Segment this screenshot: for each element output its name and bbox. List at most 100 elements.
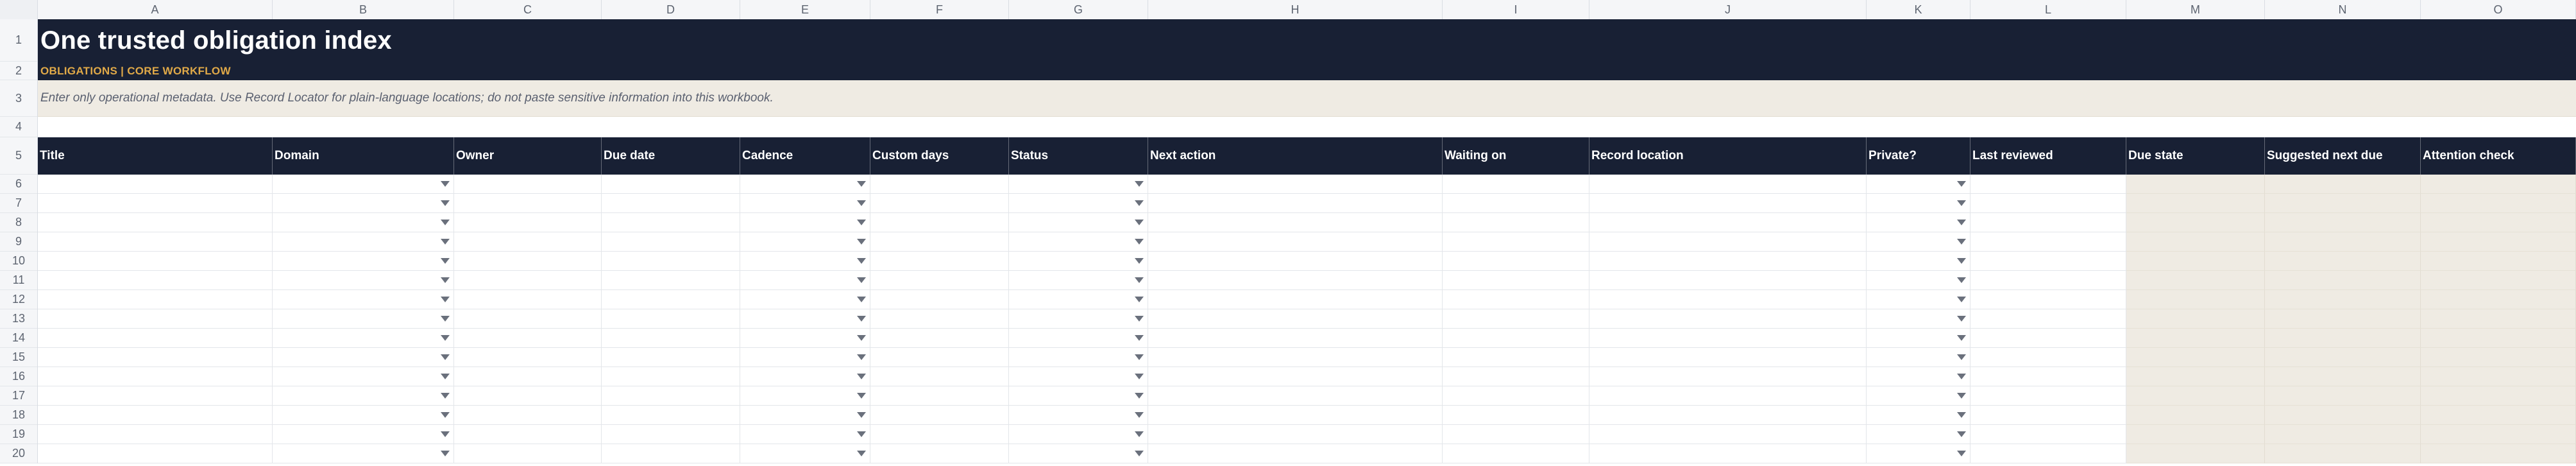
row-number[interactable]: 16: [0, 367, 37, 386]
chevron-down-icon[interactable]: [441, 335, 450, 341]
header-last-reviewed[interactable]: Last reviewed: [1970, 137, 2126, 175]
chevron-down-icon[interactable]: [857, 181, 866, 187]
row-number[interactable]: 12: [0, 290, 37, 309]
cell[interactable]: [2265, 232, 2421, 252]
cell[interactable]: [454, 406, 602, 425]
header-waiting-on[interactable]: Waiting on: [1443, 137, 1589, 175]
cell[interactable]: [1148, 425, 1443, 444]
column-header-o[interactable]: O: [2421, 0, 2576, 19]
row-number[interactable]: 8: [0, 213, 37, 232]
cell[interactable]: [1867, 367, 1970, 386]
cell[interactable]: [602, 386, 740, 406]
cell[interactable]: [602, 175, 740, 194]
cell[interactable]: [740, 290, 870, 309]
column-header-i[interactable]: I: [1443, 0, 1589, 19]
cell[interactable]: [870, 213, 1009, 232]
chevron-down-icon[interactable]: [857, 239, 866, 245]
chevron-down-icon[interactable]: [857, 335, 866, 341]
cell[interactable]: [2126, 329, 2265, 348]
cell[interactable]: [1009, 406, 1148, 425]
cell[interactable]: [2126, 232, 2265, 252]
cell[interactable]: [2126, 252, 2265, 271]
chevron-down-icon[interactable]: [1135, 412, 1144, 418]
cell[interactable]: [454, 367, 602, 386]
row-number[interactable]: 11: [0, 271, 37, 290]
cell[interactable]: [1867, 406, 1970, 425]
cell[interactable]: [2265, 367, 2421, 386]
row-number[interactable]: 6: [0, 175, 37, 194]
cell[interactable]: [2126, 386, 2265, 406]
cell[interactable]: [740, 271, 870, 290]
cell[interactable]: [2421, 213, 2576, 232]
chevron-down-icon[interactable]: [1135, 239, 1144, 245]
cell[interactable]: [1148, 444, 1443, 463]
cell[interactable]: [1148, 175, 1443, 194]
cell[interactable]: [38, 213, 273, 232]
cell[interactable]: [2265, 175, 2421, 194]
chevron-down-icon[interactable]: [1957, 297, 1966, 302]
cell[interactable]: [1867, 386, 1970, 406]
cell[interactable]: [1148, 406, 1443, 425]
cell[interactable]: [1009, 271, 1148, 290]
cell[interactable]: [870, 406, 1009, 425]
cell[interactable]: [273, 406, 454, 425]
cell[interactable]: [740, 406, 870, 425]
chevron-down-icon[interactable]: [1135, 220, 1144, 225]
cell[interactable]: [602, 290, 740, 309]
cell[interactable]: [454, 329, 602, 348]
chevron-down-icon[interactable]: [857, 297, 866, 302]
chevron-down-icon[interactable]: [1135, 200, 1144, 206]
cell[interactable]: [1443, 213, 1589, 232]
chevron-down-icon[interactable]: [1957, 277, 1966, 283]
section-subtitle[interactable]: OBLIGATIONS | CORE WORKFLOW: [40, 65, 231, 78]
header-next-action[interactable]: Next action: [1148, 137, 1443, 175]
cell[interactable]: [454, 194, 602, 213]
cell[interactable]: [740, 309, 870, 329]
cell[interactable]: [273, 367, 454, 386]
cell[interactable]: [1589, 309, 1867, 329]
cell[interactable]: [1443, 309, 1589, 329]
cell[interactable]: [740, 367, 870, 386]
cell[interactable]: [1443, 348, 1589, 367]
cell[interactable]: [273, 232, 454, 252]
chevron-down-icon[interactable]: [1957, 316, 1966, 322]
cell[interactable]: [1589, 348, 1867, 367]
cell[interactable]: [1589, 329, 1867, 348]
cell[interactable]: [2265, 213, 2421, 232]
column-header-m[interactable]: M: [2126, 0, 2265, 19]
cell[interactable]: [1867, 348, 1970, 367]
cell[interactable]: [1589, 252, 1867, 271]
chevron-down-icon[interactable]: [441, 374, 450, 379]
chevron-down-icon[interactable]: [857, 258, 866, 264]
cell[interactable]: [1009, 213, 1148, 232]
select-all-corner[interactable]: [0, 0, 38, 19]
chevron-down-icon[interactable]: [441, 393, 450, 399]
header-cadence[interactable]: Cadence: [740, 137, 870, 175]
cell[interactable]: [454, 213, 602, 232]
cell[interactable]: [740, 348, 870, 367]
cell[interactable]: [1009, 290, 1148, 309]
cell[interactable]: [38, 348, 273, 367]
chevron-down-icon[interactable]: [857, 374, 866, 379]
cell[interactable]: [1867, 232, 1970, 252]
chevron-down-icon[interactable]: [441, 200, 450, 206]
chevron-down-icon[interactable]: [857, 220, 866, 225]
cell[interactable]: [2265, 290, 2421, 309]
cell[interactable]: [454, 271, 602, 290]
cell[interactable]: [2265, 252, 2421, 271]
cell[interactable]: [870, 290, 1009, 309]
column-header-e[interactable]: E: [740, 0, 870, 19]
cell[interactable]: [602, 367, 740, 386]
row-number[interactable]: 2: [0, 62, 37, 80]
cell[interactable]: [273, 290, 454, 309]
cell[interactable]: [1589, 386, 1867, 406]
cell[interactable]: [1867, 309, 1970, 329]
cell[interactable]: [2126, 194, 2265, 213]
chevron-down-icon[interactable]: [441, 451, 450, 456]
cell[interactable]: [273, 271, 454, 290]
cell[interactable]: [38, 290, 273, 309]
header-private[interactable]: Private?: [1867, 137, 1970, 175]
chevron-down-icon[interactable]: [857, 200, 866, 206]
cell[interactable]: [602, 348, 740, 367]
cell[interactable]: [454, 252, 602, 271]
